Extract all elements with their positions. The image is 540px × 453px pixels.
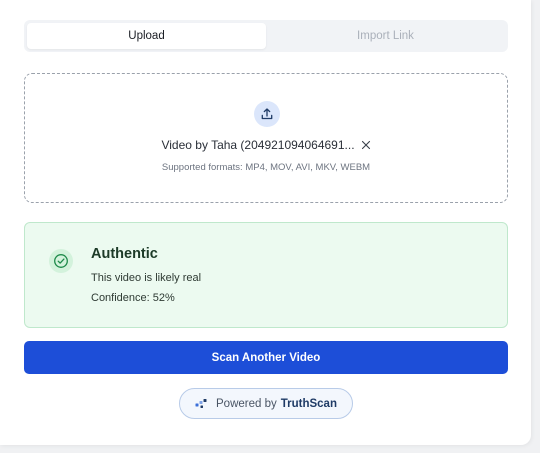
result-panel: Authentic This video is likely real Conf… bbox=[24, 222, 508, 328]
result-title: Authentic bbox=[91, 246, 158, 262]
upload-icon bbox=[254, 101, 280, 127]
close-icon[interactable] bbox=[361, 140, 371, 150]
file-dropzone[interactable]: Video by Taha (204921094064691... Suppor… bbox=[24, 73, 508, 203]
truthscan-logo-icon bbox=[195, 398, 209, 409]
powered-by-badge[interactable]: Powered by TruthScan bbox=[179, 388, 353, 419]
result-description: This video is likely real bbox=[91, 272, 202, 284]
scan-another-video-button[interactable]: Scan Another Video bbox=[24, 341, 508, 374]
tab-upload[interactable]: Upload bbox=[27, 23, 266, 49]
source-tabs: Upload Import Link bbox=[24, 20, 508, 52]
result-confidence: Confidence: 52% bbox=[91, 292, 175, 304]
selected-file: Video by Taha (204921094064691... bbox=[25, 138, 507, 152]
check-circle-icon bbox=[49, 249, 73, 273]
brand-name: TruthScan bbox=[280, 397, 337, 410]
supported-formats: Supported formats: MP4, MOV, AVI, MKV, W… bbox=[161, 162, 371, 173]
powered-by-label: Powered by bbox=[216, 397, 277, 410]
file-name: Video by Taha (204921094064691... bbox=[161, 138, 355, 152]
upload-card: Upload Import Link Video by Taha (204921… bbox=[0, 0, 531, 445]
tab-import-link[interactable]: Import Link bbox=[266, 23, 505, 49]
